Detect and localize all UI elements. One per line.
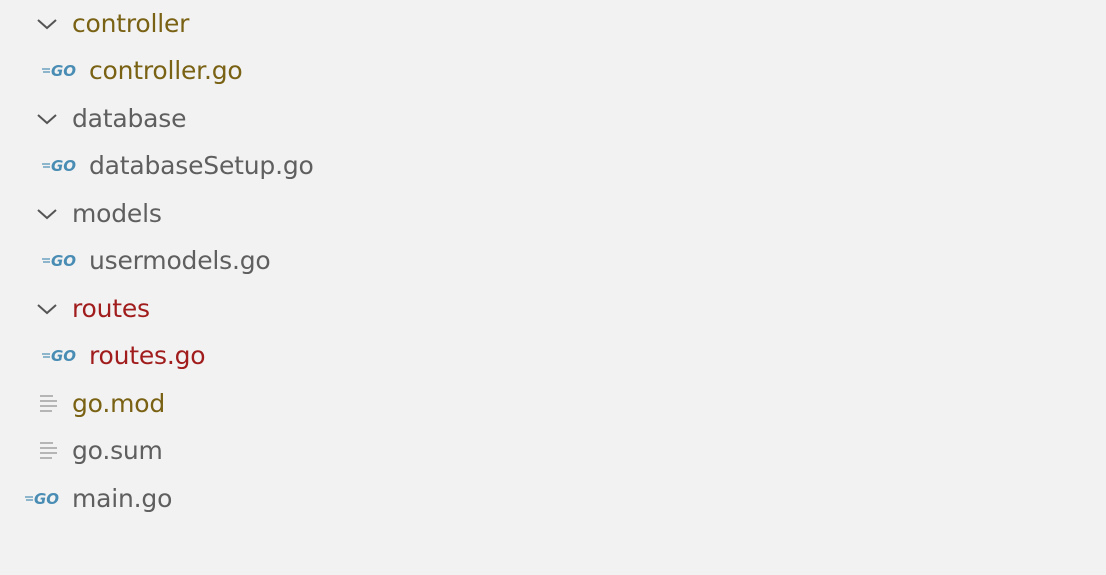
- svg-text:GO: GO: [51, 158, 76, 174]
- folder-label-database: database: [72, 103, 187, 133]
- chevron-down-icon[interactable]: [36, 112, 58, 126]
- svg-text:GO: GO: [51, 63, 76, 79]
- folder-label-controller: controller: [72, 8, 190, 38]
- go-file-icon: GO: [41, 348, 81, 364]
- file-label-usermodels-go: usermodels.go: [89, 245, 271, 275]
- file-label-main-go: main.go: [72, 483, 173, 513]
- tree-file-usermodels-go[interactable]: GO usermodels.go: [0, 237, 1106, 284]
- chevron-down-icon[interactable]: [36, 207, 58, 221]
- tree-folder-models[interactable]: models: [0, 190, 1106, 237]
- file-label-go-sum: go.sum: [72, 435, 163, 465]
- tree-folder-routes[interactable]: routes: [0, 285, 1106, 332]
- tree-file-routes-go[interactable]: GO routes.go: [0, 332, 1106, 379]
- file-label-go-mod: go.mod: [72, 388, 165, 418]
- go-file-icon: GO: [41, 253, 81, 269]
- svg-text:GO: GO: [34, 491, 59, 507]
- file-label-databasesetup-go: databaseSetup.go: [89, 150, 314, 180]
- go-file-icon: GO: [41, 158, 81, 174]
- go-file-icon: GO: [24, 491, 64, 507]
- chevron-down-icon[interactable]: [36, 17, 58, 31]
- file-label-controller-go: controller.go: [89, 55, 243, 85]
- tree-file-main-go[interactable]: GO main.go: [0, 475, 1106, 522]
- text-file-icon: [39, 393, 59, 415]
- chevron-down-icon[interactable]: [36, 302, 58, 316]
- tree-file-go-sum[interactable]: go.sum: [0, 427, 1106, 474]
- tree-folder-database[interactable]: database: [0, 95, 1106, 142]
- folder-label-models: models: [72, 198, 162, 228]
- go-file-icon: GO: [41, 63, 81, 79]
- tree-file-controller-go[interactable]: GO controller.go: [0, 47, 1106, 94]
- text-file-icon: [39, 440, 59, 462]
- file-explorer-tree: controller GO controller.go database GO …: [0, 0, 1106, 575]
- tree-file-go-mod[interactable]: go.mod: [0, 380, 1106, 427]
- tree-folder-controller[interactable]: controller: [0, 0, 1106, 47]
- tree-file-databasesetup-go[interactable]: GO databaseSetup.go: [0, 142, 1106, 189]
- folder-label-routes: routes: [72, 293, 150, 323]
- svg-text:GO: GO: [51, 253, 76, 269]
- svg-text:GO: GO: [51, 348, 76, 364]
- file-label-routes-go: routes.go: [89, 340, 206, 370]
